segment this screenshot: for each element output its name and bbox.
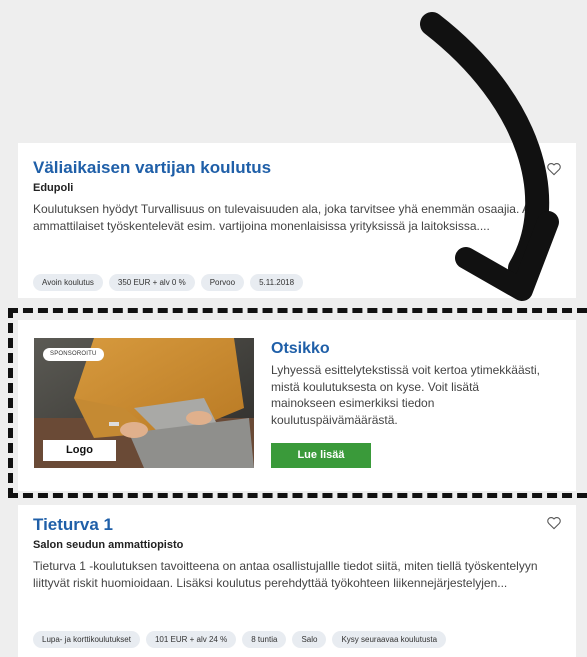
tag-duration: 8 tuntia [242,631,287,648]
course-description: Tieturva 1 -koulutuksen tavoitteena on a… [33,559,538,590]
tag-type: Lupa- ja korttikoulutukset [33,631,140,648]
course-provider: Salon seudun ammattiopisto [33,539,184,551]
course-card[interactable]: Väliaikaisen vartijan koulutus Edupoli K… [18,143,576,298]
course-tags: Lupa- ja korttikoulutukset 101 EUR + alv… [33,631,447,648]
tag-type: Avoin koulutus [33,274,103,291]
tag-location: Salo [292,631,327,648]
course-tags: Avoin koulutus 350 EUR + alv 0 % Porvoo … [33,274,304,291]
tag-price: 350 EUR + alv 0 % [108,274,195,291]
course-description: Koulutuksen hyödyt Turvallisuus on tulev… [33,202,546,233]
tag-location: Porvoo [200,274,245,291]
course-title-link[interactable]: Väliaikaisen vartijan koulutus [33,157,271,179]
course-title-link[interactable]: Tieturva 1 [33,514,113,536]
course-provider: Edupoli [33,182,74,194]
heart-icon[interactable] [546,161,562,177]
tag-price: 101 EUR + alv 24 % [145,631,237,648]
tag-date: Kysy seuraavaa koulutusta [332,631,447,648]
heart-icon[interactable] [546,515,562,531]
tag-date: 5.11.2018 [250,274,304,291]
course-card[interactable]: Tieturva 1 Salon seudun ammattiopisto Ti… [18,505,576,657]
highlight-dashed-frame [8,308,587,498]
